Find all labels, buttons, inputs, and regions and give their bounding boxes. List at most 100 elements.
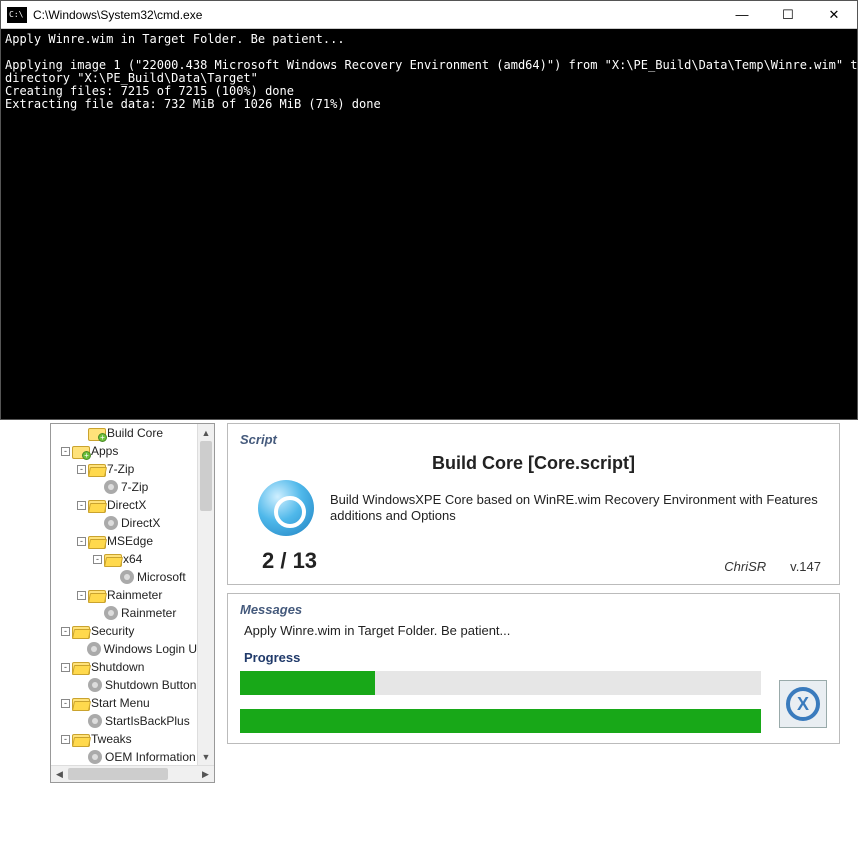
- tree-node[interactable]: Windows Login U: [51, 640, 197, 658]
- folder-icon: [72, 660, 88, 674]
- gear-icon: [104, 606, 118, 620]
- hscroll-thumb[interactable]: [68, 768, 168, 780]
- script-section-label: Script: [240, 432, 827, 447]
- scroll-thumb[interactable]: [200, 441, 212, 511]
- tree-toggle[interactable]: -: [77, 591, 86, 600]
- tree-label: Shutdown: [91, 658, 144, 676]
- script-tree[interactable]: +Build Core-+Apps-7-Zip7-Zip-DirectXDire…: [50, 423, 215, 783]
- script-version: v.147: [790, 559, 821, 574]
- plus-badge-icon: +: [82, 451, 91, 460]
- tree-node[interactable]: Shutdown Button: [51, 676, 197, 694]
- script-description: Build WindowsXPE Core based on WinRE.wim…: [330, 492, 827, 524]
- gear-sphere-icon: [258, 480, 314, 536]
- tree-node[interactable]: OEM Information: [51, 748, 197, 765]
- tree-node[interactable]: - Rainmeter: [51, 586, 197, 604]
- folder-icon: [72, 732, 88, 746]
- tree-label: StartIsBackPlus: [105, 712, 190, 730]
- tree-vertical-scrollbar[interactable]: ▲ ▼: [197, 424, 214, 765]
- cmd-prompt-icon: C:\: [7, 7, 27, 23]
- folder-icon: [88, 498, 104, 512]
- tree-label: Microsoft: [137, 568, 186, 586]
- messages-current: Apply Winre.wim in Target Folder. Be pat…: [244, 623, 827, 638]
- messages-panel: Messages Apply Winre.wim in Target Folde…: [227, 593, 840, 744]
- tree-label: DirectX: [107, 496, 146, 514]
- cmd-titlebar[interactable]: C:\ C:\Windows\System32\cmd.exe — ☐ ✕: [1, 1, 857, 29]
- tree-toggle[interactable]: -: [77, 537, 86, 546]
- folder-icon: [88, 588, 104, 602]
- gear-icon: [104, 516, 118, 530]
- progress-bar-task-fill: [240, 671, 375, 695]
- tree-node[interactable]: 7-Zip: [51, 478, 197, 496]
- cmd-title: C:\Windows\System32\cmd.exe: [33, 8, 202, 22]
- tree-label: Shutdown Button: [105, 676, 196, 694]
- tree-node[interactable]: +Build Core: [51, 424, 197, 442]
- tree-horizontal-scrollbar[interactable]: ◀ ▶: [51, 765, 214, 782]
- messages-section-label: Messages: [240, 602, 827, 617]
- tree-toggle[interactable]: -: [77, 501, 86, 510]
- tree-toggle[interactable]: -: [61, 627, 70, 636]
- tree-node[interactable]: - DirectX: [51, 496, 197, 514]
- gear-icon: [88, 714, 102, 728]
- builder-panel: +Build Core-+Apps-7-Zip7-Zip-DirectXDire…: [50, 423, 840, 803]
- scroll-up-icon[interactable]: ▲: [198, 424, 214, 441]
- tree-toggle[interactable]: -: [61, 699, 70, 708]
- cmd-output: Apply Winre.wim in Target Folder. Be pat…: [1, 29, 857, 419]
- tree-node[interactable]: StartIsBackPlus: [51, 712, 197, 730]
- tree-label: Apps: [91, 442, 118, 460]
- tree-node[interactable]: -Security: [51, 622, 197, 640]
- tree-toggle[interactable]: -: [61, 447, 70, 456]
- folder-icon: [72, 624, 88, 638]
- progress-bar-total: [240, 709, 761, 733]
- tree-node[interactable]: - 7-Zip: [51, 460, 197, 478]
- scroll-right-icon[interactable]: ▶: [197, 769, 214, 780]
- tree-node[interactable]: - Shutdown: [51, 658, 197, 676]
- folder-icon: +: [72, 444, 88, 458]
- cancel-button[interactable]: X: [779, 680, 827, 728]
- folder-icon: [88, 534, 104, 548]
- minimize-button[interactable]: —: [719, 1, 765, 29]
- tree-node[interactable]: - x64: [51, 550, 197, 568]
- tree-label: Windows Login U: [104, 640, 197, 658]
- folder-icon: [72, 696, 88, 710]
- gear-icon: [88, 750, 102, 764]
- tree-node[interactable]: - Tweaks: [51, 730, 197, 748]
- script-author: ChriSR: [724, 559, 766, 574]
- tree-toggle[interactable]: -: [61, 663, 70, 672]
- scroll-down-icon[interactable]: ▼: [198, 748, 214, 765]
- folder-icon: [104, 552, 120, 566]
- tree-label: Rainmeter: [107, 586, 162, 604]
- script-title: Build Core [Core.script]: [240, 453, 827, 474]
- tree-label: 7-Zip: [121, 478, 148, 496]
- gear-icon: [88, 678, 102, 692]
- progress-bar-task: [240, 671, 761, 695]
- scroll-left-icon[interactable]: ◀: [51, 769, 68, 780]
- tree-node[interactable]: - +Apps: [51, 442, 197, 460]
- tree-node[interactable]: Rainmeter: [51, 604, 197, 622]
- progress-label: Progress: [244, 650, 827, 665]
- tree-toggle[interactable]: -: [93, 555, 102, 564]
- gear-icon: [87, 642, 101, 656]
- progress-bar-total-fill: [240, 709, 761, 733]
- tree-node[interactable]: DirectX: [51, 514, 197, 532]
- tree-node[interactable]: - MSEdge: [51, 532, 197, 550]
- cmd-window: C:\ C:\Windows\System32\cmd.exe — ☐ ✕ Ap…: [0, 0, 858, 420]
- script-step-counter: 2 / 13: [262, 548, 317, 574]
- close-button[interactable]: ✕: [811, 1, 857, 29]
- tree-label: x64: [123, 550, 142, 568]
- tree-label: Tweaks: [91, 730, 132, 748]
- tree-label: OEM Information: [105, 748, 196, 765]
- tree-label: DirectX: [121, 514, 160, 532]
- tree-label: MSEdge: [107, 532, 153, 550]
- script-panel: Script Build Core [Core.script] Build Wi…: [227, 423, 840, 585]
- tree-node[interactable]: - Start Menu: [51, 694, 197, 712]
- gear-icon: [104, 480, 118, 494]
- tree-toggle[interactable]: -: [61, 735, 70, 744]
- tree-label: Start Menu: [91, 694, 150, 712]
- plus-badge-icon: +: [98, 433, 107, 442]
- maximize-button[interactable]: ☐: [765, 1, 811, 29]
- tree-toggle[interactable]: -: [77, 465, 86, 474]
- folder-icon: +: [88, 426, 104, 440]
- tree-node[interactable]: Microsoft: [51, 568, 197, 586]
- tree-label: Rainmeter: [121, 604, 176, 622]
- tree-label: 7-Zip: [107, 460, 134, 478]
